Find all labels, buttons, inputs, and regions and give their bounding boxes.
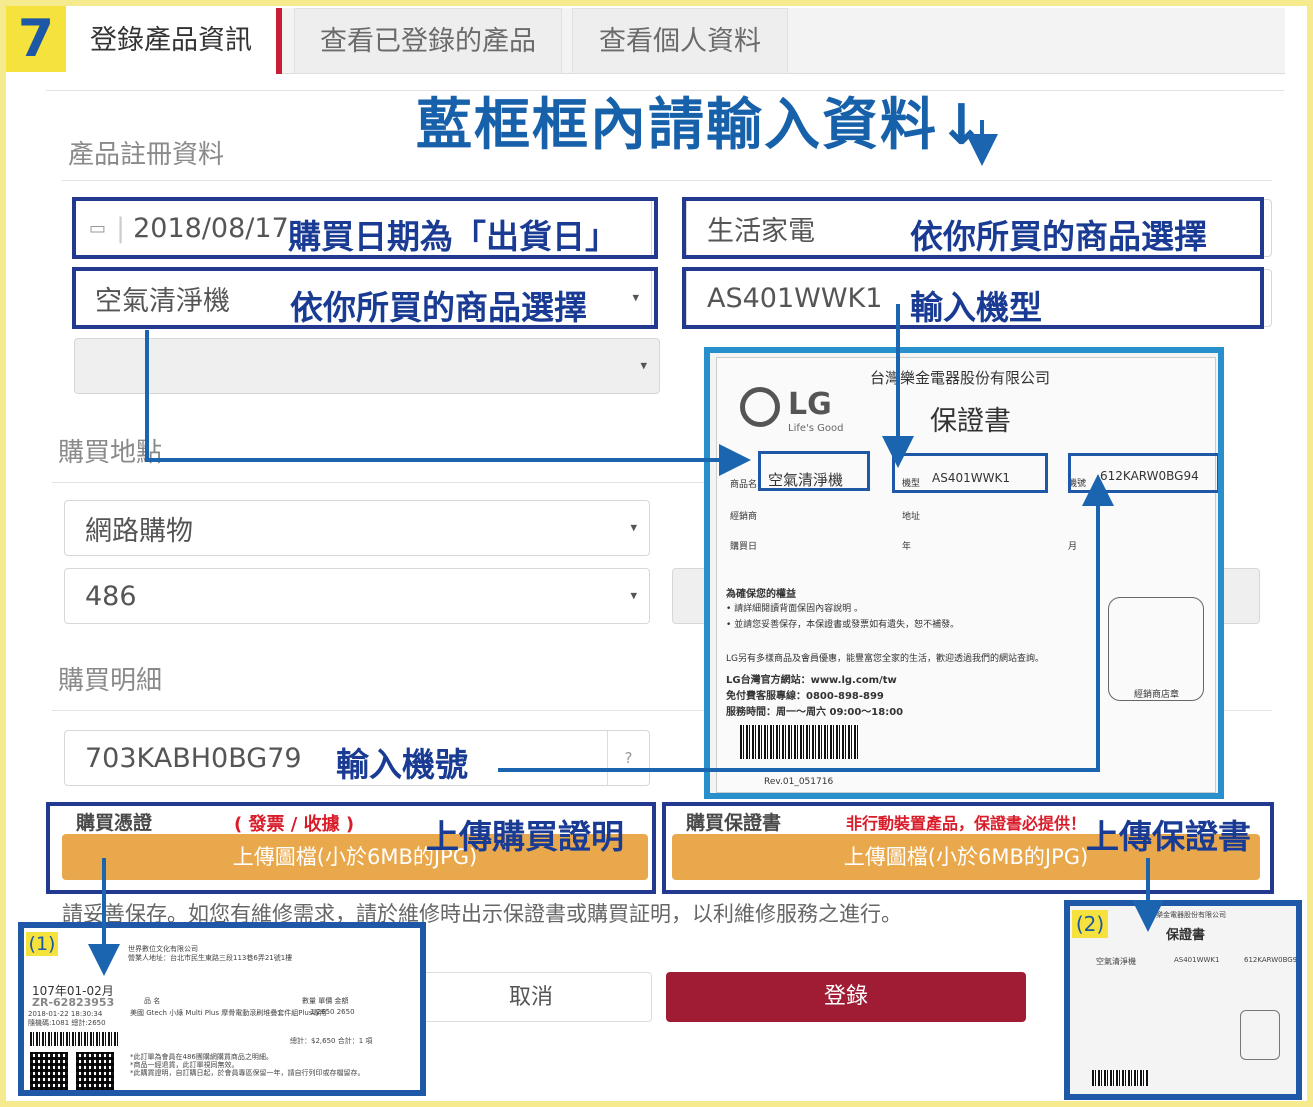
submit-button[interactable]: 登錄 xyxy=(666,972,1026,1022)
warranty-dealer-label: 經銷商 xyxy=(730,512,758,522)
marker-2: (2) xyxy=(1072,910,1108,938)
warranty-year-label: 年 xyxy=(902,542,912,552)
warranty-rights-1: • 請詳細閱讀背面保固內容說明 。 xyxy=(726,604,864,614)
lg-logo-icon xyxy=(740,387,780,427)
tab-bar: 登錄產品資訊 查看已登錄的產品 查看個人資料 xyxy=(66,8,1285,74)
warranty-rights-2: • 並請您妥善保存，本保證書或發票如有遺失，恕不補發。 xyxy=(726,620,960,630)
thumb-product: 空氣清淨機 xyxy=(1096,957,1136,966)
highlight-model xyxy=(682,267,1264,329)
highlight-date xyxy=(72,197,658,259)
highlight-product xyxy=(72,267,658,329)
thumb-model: AS401WWK1 xyxy=(1174,956,1220,964)
warranty-thumbnail-image: 台灣樂金電器股份有限公司 (2) 保證書 空氣清淨機 AS401WWK1 612… xyxy=(1064,900,1302,1100)
receipt-item-numbers: 1 2650 2650 xyxy=(310,1008,355,1016)
receipt-item: 美國 Gtech 小綠 Multi Plus 摩骨電動滾刷堆疊套件組Plus專用 xyxy=(130,1009,327,1017)
warranty-month-label: 月 xyxy=(1068,542,1078,552)
qr-code-icon xyxy=(30,1052,68,1090)
receipt-item-header: 品 名 xyxy=(144,997,161,1005)
receipt-footer-3: *此購買證明，自訂購日起，於會員專區保留一年，請自行列印或存檔留存。 xyxy=(130,1069,365,1077)
marker-1: (1) xyxy=(26,932,58,956)
barcode-image xyxy=(740,725,860,759)
warranty-label: 購買保證書 xyxy=(686,812,782,834)
divider xyxy=(62,180,1272,181)
warranty-promo: LG另有多樣商品及會員優惠，能豐富您全家的生活，歡迎透過我們的網站查詢。 xyxy=(726,654,1044,664)
warranty-product-label: 商品名 xyxy=(730,480,758,490)
warranty-date-label: 購買日 xyxy=(730,542,758,552)
lg-tagline: Life's Good xyxy=(788,423,844,434)
warranty-hint: 非行動裝置產品，保證書必提供！ xyxy=(846,814,1087,833)
lg-logo-text: LG xyxy=(788,387,832,422)
thumb-stamp-box xyxy=(1240,1010,1280,1060)
receipt-hint: ( 發票 / 收據 ) xyxy=(234,814,355,835)
receipt-total: 總計：$2,650 合計：1 項 xyxy=(290,1037,373,1045)
banner-instruction: 藍框框內請輸入資料↓ xyxy=(416,93,987,158)
store-value: 486 xyxy=(85,580,137,612)
warranty-rights-title: 為確保您的權益 xyxy=(726,589,796,600)
tab-register-product[interactable]: 登錄產品資訊 xyxy=(66,8,282,74)
receipt-qty-header: 數量 單價 金額 xyxy=(302,997,349,1005)
warranty-hotline: 免付費客服專線：0800-898-899 xyxy=(726,691,884,702)
receipt-invoice-number: ZR-62823953 xyxy=(32,996,115,1009)
section-location-title: 購買地點 xyxy=(58,438,163,468)
store-select[interactable]: 486 ▾ xyxy=(64,568,650,624)
dealer-stamp-label: 經銷商店章 xyxy=(1134,690,1180,700)
annotation-serial: 輸入機號 xyxy=(336,745,468,784)
thumb-title: 保證書 xyxy=(1166,928,1206,943)
highlight-warranty-serial xyxy=(1068,453,1218,493)
annotation-upload-warranty: 上傳保證書 xyxy=(1086,817,1251,856)
tab-profile[interactable]: 查看個人資料 xyxy=(572,8,788,74)
receipt-address: 營業人地址：台北市民生東路三段113巷6弄21號1樓 xyxy=(128,954,293,962)
receipt-datetime: 2018-01-22 18:30:34 xyxy=(28,1010,103,1018)
section-detail-title: 購買明細 xyxy=(58,666,163,696)
annotation-upload-receipt: 上傳購買證明 xyxy=(426,817,624,856)
warranty-title: 保證書 xyxy=(930,406,1011,437)
qr-code-icon xyxy=(76,1052,114,1090)
receipt-label: 購買憑證 xyxy=(76,812,153,834)
highlight-warranty-product xyxy=(758,451,870,491)
warranty-company: 台灣樂金電器股份有限公司 xyxy=(870,369,1051,387)
thumb-company: 台灣樂金電器股份有限公司 xyxy=(1142,911,1226,919)
help-icon[interactable]: ? xyxy=(607,731,649,785)
receipt-barcode xyxy=(30,1032,118,1046)
serial-value: 703KABH0BG79 xyxy=(85,742,302,774)
divider xyxy=(46,90,1284,91)
sub-product-select[interactable]: ▾ xyxy=(74,338,660,394)
store-type-value: 網路購物 xyxy=(85,515,193,547)
section-product-title: 產品註冊資料 xyxy=(68,140,225,170)
divider xyxy=(52,482,706,483)
warranty-hours: 服務時間：周一～周六 09:00～18:00 xyxy=(726,707,904,718)
highlight-warranty-model xyxy=(892,453,1048,493)
warranty-address-label: 地址 xyxy=(902,512,921,522)
warranty-rev: Rev.01_051716 xyxy=(764,777,834,787)
warranty-card-image: 台灣樂金電器股份有限公司 LG Life's Good 保證書 商品名 空氣清淨… xyxy=(704,347,1224,799)
thumb-barcode xyxy=(1092,1070,1148,1086)
warranty-site: LG台灣官方網站：www.lg.com/tw xyxy=(726,675,897,686)
store-type-select[interactable]: 網路購物 ▾ xyxy=(64,500,650,556)
cancel-button[interactable]: 取消 xyxy=(410,972,652,1022)
chevron-down-icon: ▾ xyxy=(640,358,647,374)
chevron-down-icon: ▾ xyxy=(630,520,637,536)
thumb-serial: 612KARW0BG94 xyxy=(1244,956,1302,964)
receipt-random: 隨機碼:1081 總計:2650 xyxy=(28,1019,106,1027)
highlight-category xyxy=(682,197,1264,259)
step-number: 7 xyxy=(6,6,66,72)
tab-view-registered[interactable]: 查看已登錄的產品 xyxy=(294,8,562,74)
dealer-stamp-box xyxy=(1108,597,1204,701)
chevron-down-icon: ▾ xyxy=(630,588,637,604)
receipt-image: (1) 世界數位文化有限公司 營業人地址：台北市民生東路三段113巷6弄21號1… xyxy=(18,922,426,1096)
